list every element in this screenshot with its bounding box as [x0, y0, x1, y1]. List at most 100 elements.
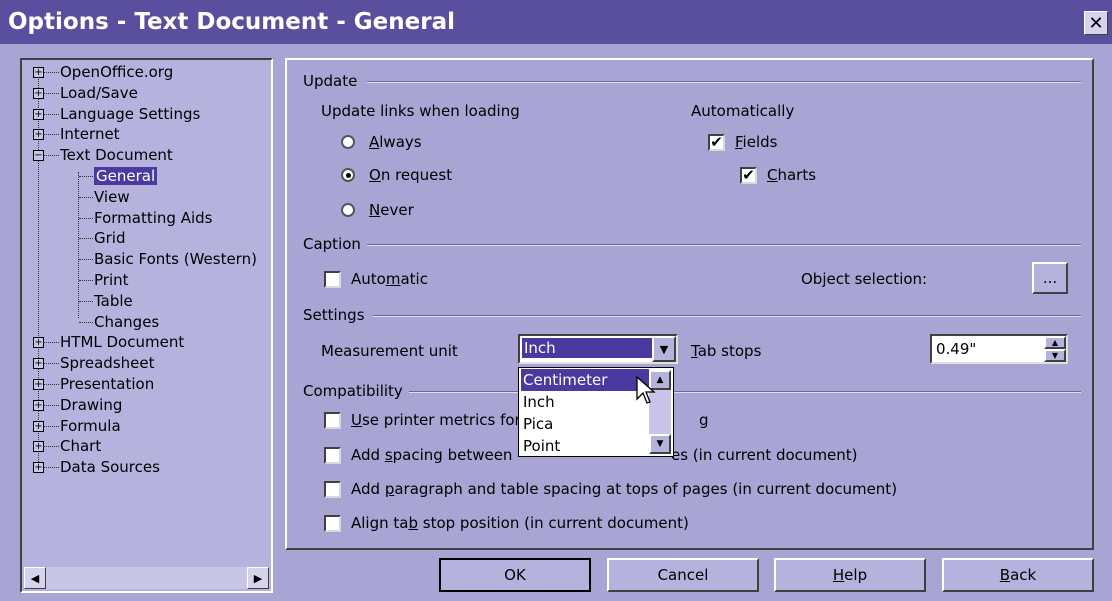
tree-item[interactable]: OpenOffice.org — [60, 62, 173, 82]
align-tab-stop-label[interactable]: Align tab stop position (in current docu… — [351, 514, 689, 532]
tree-item[interactable]: Changes — [94, 312, 159, 332]
expand-icon[interactable]: + — [33, 108, 44, 120]
tab-stops-spinner[interactable]: 0.49" ▲ ▼ — [930, 334, 1068, 364]
ellipsis-icon: ... — [1042, 269, 1058, 287]
tree-item[interactable]: Drawing — [60, 395, 122, 415]
tree-connector — [79, 238, 93, 240]
tree-item[interactable]: Chart — [60, 436, 101, 456]
tree-item[interactable]: Print — [94, 270, 129, 290]
expand-icon[interactable]: + — [33, 337, 44, 349]
tree-horizontal-scrollbar[interactable]: ◀ ▶ — [24, 567, 269, 589]
option-inch[interactable]: Inch — [521, 391, 649, 413]
window-title: Options - Text Document - General — [8, 9, 455, 35]
close-button[interactable]: ✕ — [1084, 11, 1108, 35]
settings-section-title: Settings — [303, 306, 365, 324]
tree-connector — [79, 217, 93, 219]
tree-item-label: Data Sources — [60, 458, 160, 477]
paragraph-table-spacing-label[interactable]: Add paragraph and table spacing at tops … — [351, 480, 897, 498]
expand-icon[interactable]: + — [33, 462, 44, 474]
radio-on-request[interactable] — [341, 168, 355, 182]
radio-never-label[interactable]: Never — [369, 201, 414, 219]
tree-item[interactable]: Text Document — [60, 145, 173, 165]
spacing-between-label-tail: es (in current document) — [671, 446, 858, 464]
tree-item[interactable]: Formula — [60, 416, 121, 436]
help-button[interactable]: Help — [774, 558, 926, 592]
expand-icon[interactable]: + — [33, 87, 44, 99]
paragraph-table-spacing-checkbox[interactable] — [324, 481, 341, 498]
expand-icon[interactable]: + — [33, 129, 44, 141]
expand-icon[interactable]: + — [33, 379, 44, 390]
align-tab-stop-checkbox[interactable] — [324, 515, 341, 532]
section-divider — [373, 315, 1081, 317]
tree-connector — [44, 425, 59, 427]
charts-checkbox-label[interactable]: Charts — [767, 166, 816, 184]
tree-connector — [79, 321, 93, 323]
expand-icon[interactable]: + — [33, 358, 44, 370]
tree-item[interactable]: Grid — [94, 228, 125, 248]
radio-never[interactable] — [341, 203, 355, 217]
radio-always[interactable] — [341, 135, 355, 149]
fields-checkbox[interactable]: ✔ — [708, 134, 725, 151]
tree-item[interactable]: General — [94, 166, 158, 186]
automatic-caption-label[interactable]: Automatic — [351, 270, 428, 288]
spin-down-button[interactable]: ▼ — [1044, 349, 1066, 362]
cancel-button[interactable]: Cancel — [607, 558, 759, 592]
chevron-down-icon: ▼ — [1051, 351, 1059, 360]
printer-metrics-label-tail: g — [699, 411, 709, 429]
printer-metrics-label[interactable]: Use printer metrics for — [351, 411, 521, 429]
tree-item[interactable]: HTML Document — [60, 332, 184, 352]
tree-connector — [79, 176, 93, 177]
chevron-down-icon: ▼ — [659, 342, 669, 356]
dropdown-button[interactable]: ▼ — [652, 336, 676, 362]
section-divider — [409, 391, 1081, 393]
tree-item[interactable]: Formatting Aids — [94, 208, 212, 228]
update-links-label: Update links when loading — [321, 102, 520, 120]
options-tree[interactable]: OpenOffice.org + Load/Save + Language Settin… — [20, 58, 273, 593]
tree-item[interactable]: Internet — [60, 124, 120, 144]
tree-item[interactable]: Table — [94, 291, 133, 311]
tree-item[interactable]: Presentation — [60, 374, 154, 394]
scroll-left-button[interactable]: ◀ — [24, 567, 46, 589]
measurement-unit-value: Inch — [522, 338, 654, 358]
tree-item[interactable]: View — [94, 187, 130, 207]
mouse-cursor-icon — [636, 376, 656, 404]
tree-item-label: Changes — [94, 312, 160, 331]
expand-icon[interactable]: + — [33, 441, 44, 453]
tree-item[interactable]: Basic Fonts (Western) — [94, 249, 257, 269]
tree-connector — [79, 300, 93, 302]
measurement-unit-select[interactable]: Inch ▼ — [518, 334, 678, 364]
charts-checkbox[interactable]: ✔ — [740, 167, 757, 184]
expand-icon[interactable]: + — [33, 399, 44, 411]
arrow-left-icon: ◀ — [30, 571, 40, 585]
tree-item-label: OpenOffice.org — [60, 63, 174, 81]
option-pica[interactable]: Pica — [521, 413, 649, 435]
tree-item[interactable]: Load/Save — [60, 83, 138, 103]
tree-item-label: Basic Fonts (Western) — [94, 250, 257, 269]
compatibility-section-title: Compatibility — [303, 382, 403, 400]
tree-item[interactable]: Data Sources — [60, 457, 160, 477]
tree-item[interactable]: Spreadsheet — [60, 353, 154, 373]
spacing-between-checkbox[interactable] — [324, 447, 341, 464]
ok-button[interactable]: OK — [439, 558, 591, 592]
tree-connector — [44, 384, 59, 385]
tree-connector — [78, 172, 79, 318]
tab-stops-label: Tab stops — [691, 342, 762, 360]
radio-always-label[interactable]: Always — [369, 133, 422, 151]
radio-on-request-label[interactable]: On request — [369, 166, 452, 184]
back-button[interactable]: Back — [942, 558, 1094, 592]
printer-metrics-checkbox[interactable] — [324, 412, 341, 429]
spacing-between-label[interactable]: Add spacing between — [351, 446, 512, 464]
option-point[interactable]: Point — [521, 435, 649, 457]
expand-icon[interactable]: + — [33, 420, 44, 432]
fields-checkbox-label[interactable]: Fields — [735, 133, 777, 151]
scroll-right-button[interactable]: ▶ — [247, 567, 269, 589]
dropdown-scroll-down[interactable]: ▼ — [649, 434, 671, 454]
tree-item[interactable]: Language Settings — [60, 104, 200, 124]
collapse-icon[interactable]: − — [33, 150, 44, 162]
object-selection-button[interactable]: ... — [1032, 262, 1068, 294]
spin-up-button[interactable]: ▲ — [1044, 336, 1066, 349]
automatic-caption-checkbox[interactable] — [324, 271, 341, 288]
expand-icon[interactable]: + — [33, 67, 44, 78]
option-centimeter[interactable]: Centimeter — [521, 369, 649, 391]
tree-item-label: Load/Save — [60, 83, 138, 102]
